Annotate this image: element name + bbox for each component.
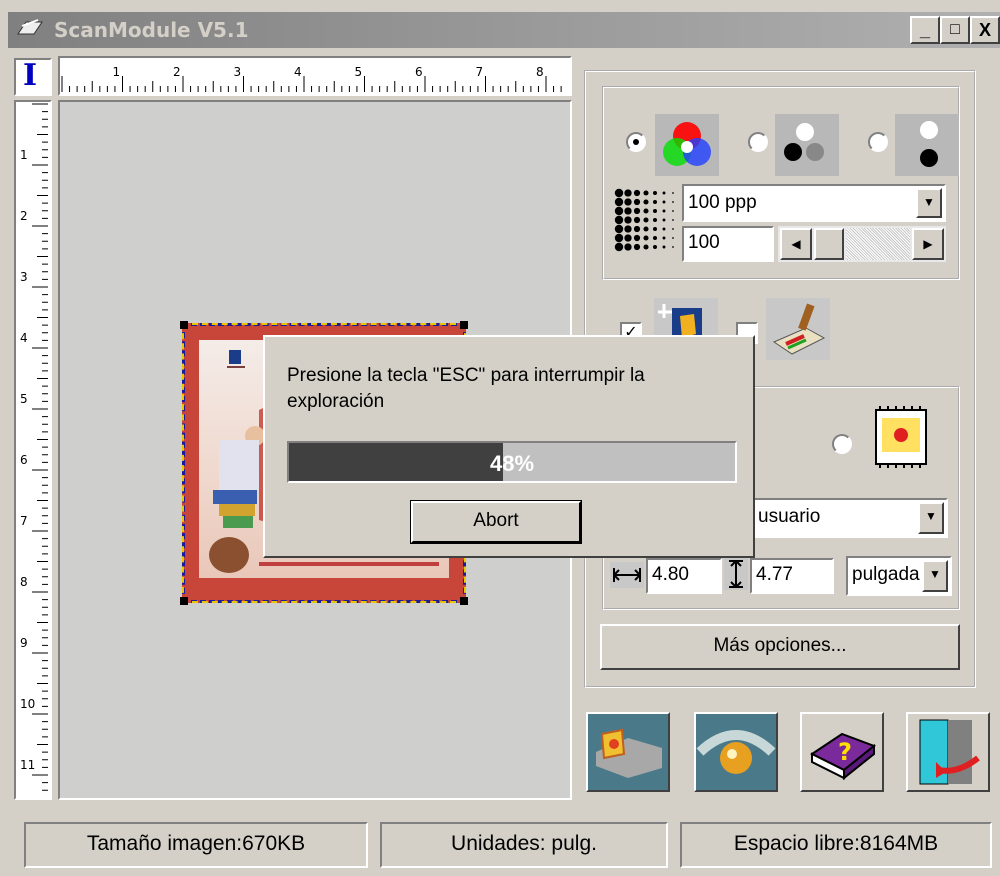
brightness-value: 100	[688, 232, 720, 253]
ruler-number: 8	[536, 65, 544, 79]
ruler-vertical: 1 2 3 4 5 6 7 8 9 10 11	[14, 100, 52, 800]
window-title: ScanModule V5.1	[54, 18, 249, 42]
scanner-app-icon	[16, 16, 46, 40]
chevron-down-icon[interactable]: ▼	[922, 560, 948, 592]
status-units: Unidades: pulg.	[380, 822, 668, 868]
progress-label: 48%	[489, 451, 535, 476]
units-select[interactable]: pulgadа ▼	[846, 556, 952, 596]
title-bar[interactable]: ScanModule V5.1 _ □ X	[8, 12, 1000, 48]
progress-dialog: Presione la tecla "ESC" para interrumpir…	[263, 335, 755, 558]
preview-button[interactable]	[586, 712, 670, 792]
status-free-space: Espacio libre:8164MB	[680, 822, 992, 868]
chevron-down-icon[interactable]: ▼	[918, 502, 944, 534]
help-button[interactable]: ?	[800, 712, 884, 792]
maximize-button[interactable]: □	[940, 16, 970, 44]
slider-track[interactable]	[846, 228, 910, 260]
help-book-icon: ?	[810, 732, 876, 781]
radio-color[interactable]	[626, 132, 646, 152]
bw-dots-icon	[895, 114, 959, 176]
ruler-number: 3	[234, 65, 242, 79]
resize-handle[interactable]	[180, 597, 188, 605]
ruler-number: 5	[20, 392, 28, 406]
ruler-number: 7	[20, 514, 28, 528]
chevron-down-icon[interactable]: ▼	[916, 188, 942, 218]
ruler-number: 6	[20, 453, 28, 467]
resolution-value: 100 ppp	[688, 192, 757, 213]
ruler-number: 10	[20, 697, 35, 711]
slider-thumb[interactable]	[814, 228, 844, 260]
dialog-message: Presione la tecla "ESC" para interrumpir…	[287, 365, 645, 412]
ruler-number: 1	[113, 65, 121, 79]
ruler-number: 3	[20, 270, 28, 284]
more-options-button[interactable]: Más opciones...	[600, 624, 960, 670]
ruler-number: 7	[476, 65, 484, 79]
ruler-number: 9	[20, 636, 28, 650]
abort-button[interactable]: Abort	[410, 500, 582, 544]
progress-bar: 48%	[287, 441, 737, 483]
exit-button[interactable]	[906, 712, 990, 792]
ruler-number: 11	[20, 758, 35, 772]
ruler-number: 4	[294, 65, 302, 79]
status-image-size: Tamaño imagen:670KB	[24, 822, 368, 868]
size-preset-value: usuario	[758, 506, 821, 527]
rgb-circles-icon	[655, 114, 719, 176]
ruler-number: 2	[173, 65, 181, 79]
size-preset-select[interactable]: usuario ▼	[752, 498, 948, 538]
width-field[interactable]: 4.80	[646, 558, 722, 594]
ruler-number: 5	[355, 65, 363, 79]
ruler-number: 1	[20, 148, 28, 162]
resize-handle[interactable]	[460, 597, 468, 605]
svg-text:?: ?	[838, 738, 852, 766]
units-value: pulgadа	[852, 564, 920, 585]
ruler-number: 8	[20, 575, 28, 589]
radio-black-white[interactable]	[868, 132, 888, 152]
resize-handle[interactable]	[460, 321, 468, 329]
resize-handle[interactable]	[180, 321, 188, 329]
close-button[interactable]: X	[970, 16, 1000, 44]
width-icon	[610, 562, 644, 588]
ruler-units-button[interactable]: I	[14, 58, 52, 96]
radio-grayscale[interactable]	[748, 132, 768, 152]
scanner-brush-icon	[766, 298, 830, 360]
ruler-horizontal: 1 2 3 4 5 6 7 8	[58, 56, 572, 96]
cursor-i-icon: I	[23, 58, 38, 93]
arrow-left-icon[interactable]: ◀	[780, 228, 812, 260]
ruler-number: 4	[20, 331, 28, 345]
halftone-dots-icon	[614, 188, 680, 254]
radio-custom-size[interactable]	[832, 434, 852, 454]
ruler-number: 2	[20, 209, 28, 223]
height-icon	[724, 558, 748, 590]
resolution-select[interactable]: 100 ppp ▼	[682, 184, 946, 222]
brightness-slider[interactable]: ◀ ▶	[778, 226, 946, 262]
exit-door-icon	[919, 719, 980, 785]
height-value: 4.77	[756, 564, 793, 585]
preview-scan-icon	[588, 714, 668, 790]
gray-dots-icon	[775, 114, 839, 176]
ruler-number: 6	[415, 65, 423, 79]
scan-button[interactable]	[694, 712, 778, 792]
minimize-button[interactable]: _	[910, 16, 940, 44]
brightness-field[interactable]: 100	[682, 226, 774, 262]
scan-eye-icon	[696, 714, 776, 790]
width-value: 4.80	[652, 564, 689, 585]
arrow-right-icon[interactable]: ▶	[912, 228, 944, 260]
height-field[interactable]: 4.77	[750, 558, 834, 594]
film-frame-icon	[870, 406, 932, 468]
